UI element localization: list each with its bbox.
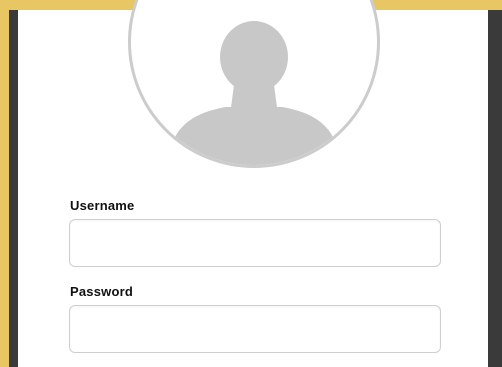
right-border xyxy=(488,10,502,367)
user-silhouette-icon xyxy=(169,21,339,165)
left-accent-border xyxy=(0,10,18,367)
login-panel: Username Password xyxy=(0,0,502,367)
username-field[interactable] xyxy=(69,219,441,267)
password-field[interactable] xyxy=(69,305,441,353)
password-label: Password xyxy=(70,284,134,299)
avatar xyxy=(128,0,380,168)
username-label: Username xyxy=(70,198,135,213)
